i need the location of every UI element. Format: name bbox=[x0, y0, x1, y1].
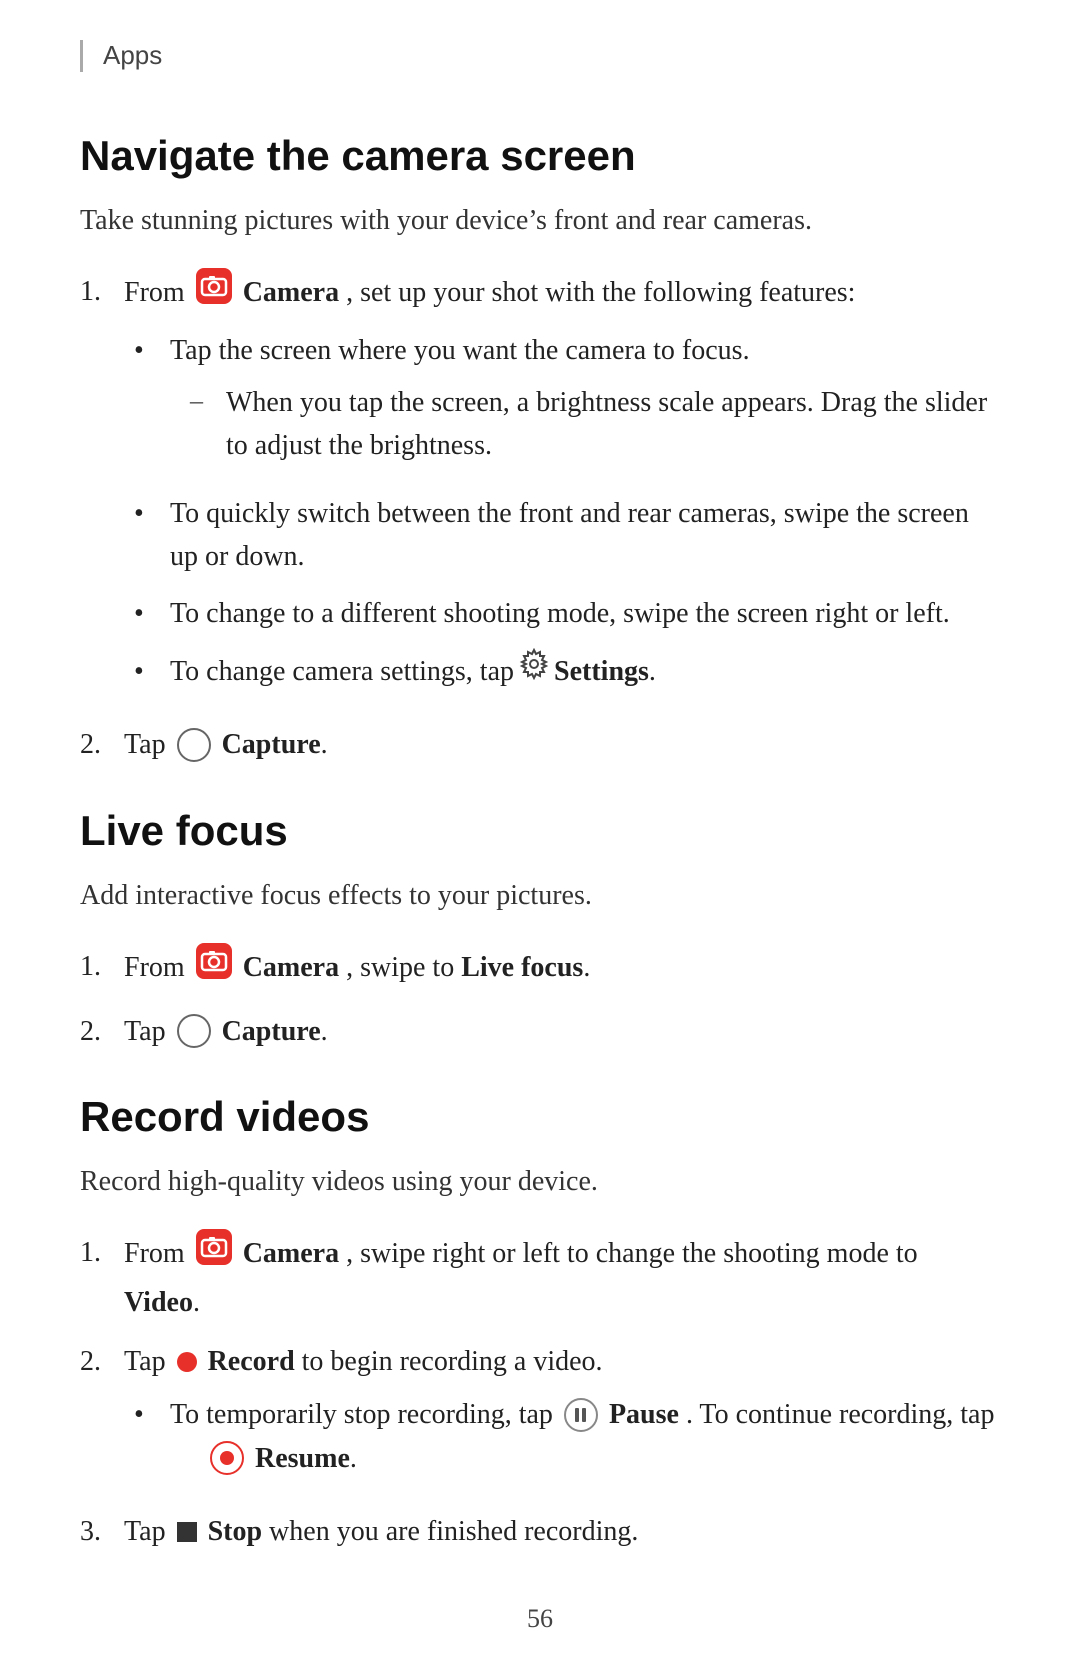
camera-icon-2 bbox=[196, 943, 232, 992]
section-record-videos-title: Record videos bbox=[80, 1093, 1000, 1141]
breadcrumb: Apps bbox=[80, 40, 1000, 72]
section-record-videos: Record videos Record high-quality videos… bbox=[80, 1093, 1000, 1553]
navigate-step-1: 1. From Camera , set up your shot with t bbox=[80, 270, 1000, 707]
record-step-3: 3. Tap Stop when you are finished record… bbox=[80, 1510, 1000, 1553]
page-number: 56 bbox=[527, 1604, 553, 1633]
step1-text-after: , set up your shot with the following fe… bbox=[346, 277, 855, 308]
bullet-1-4: • To change camera settings, tap Setting… bbox=[134, 650, 1000, 693]
section-live-focus-title: Live focus bbox=[80, 807, 1000, 855]
sub-bullet-1-1: – When you tap the screen, a brightness … bbox=[190, 381, 1000, 468]
step1-bullets: • Tap the screen where you want the came… bbox=[134, 329, 1000, 693]
bullet-1-3: • To change to a different shooting mode… bbox=[134, 592, 1000, 635]
record-bullet-1: • To temporarily stop recording, tap Pau… bbox=[134, 1393, 1000, 1480]
section-navigate-intro: Take stunning pictures with your device’… bbox=[80, 200, 1000, 242]
navigate-step-2: 2. Tap Capture. bbox=[80, 723, 1000, 766]
step1-app-name: Camera bbox=[243, 277, 339, 308]
bullet-1-2: • To quickly switch between the front an… bbox=[134, 492, 1000, 579]
section-navigate-title: Navigate the camera screen bbox=[80, 132, 1000, 180]
sub-bullets-1: – When you tap the screen, a brightness … bbox=[190, 381, 1000, 468]
section-navigate: Navigate the camera screen Take stunning… bbox=[80, 132, 1000, 767]
live-focus-steps-list: 1. From Camera , swipe to Live focus. bbox=[80, 945, 1000, 1054]
record-icon bbox=[177, 1352, 197, 1372]
stop-icon bbox=[177, 1522, 197, 1542]
navigate-steps-list: 1. From Camera , set up your shot with t bbox=[80, 270, 1000, 767]
live-focus-step-1: 1. From Camera , swipe to Live focus. bbox=[80, 945, 1000, 994]
settings-icon bbox=[518, 648, 550, 680]
capture-icon-1 bbox=[177, 728, 211, 762]
camera-icon bbox=[196, 268, 232, 317]
record-step-1: 1. From Camera , swipe right or left to … bbox=[80, 1231, 1000, 1324]
section-live-focus-intro: Add interactive focus effects to your pi… bbox=[80, 875, 1000, 917]
capture-icon-2 bbox=[177, 1014, 211, 1048]
bullet-1-1: • Tap the screen where you want the came… bbox=[134, 329, 1000, 477]
record-step2-bullets: • To temporarily stop recording, tap Pau… bbox=[134, 1393, 1000, 1480]
record-step-2: 2. Tap Record to begin recording a video… bbox=[80, 1340, 1000, 1494]
step1-text-before: From bbox=[124, 277, 192, 308]
page-footer: 56 bbox=[0, 1604, 1080, 1634]
pause-icon bbox=[564, 1398, 598, 1432]
record-videos-steps-list: 1. From Camera , swipe right or left to … bbox=[80, 1231, 1000, 1553]
section-record-videos-intro: Record high-quality videos using your de… bbox=[80, 1161, 1000, 1203]
section-live-focus: Live focus Add interactive focus effects… bbox=[80, 807, 1000, 1054]
camera-icon-3 bbox=[196, 1229, 232, 1278]
page-container: Apps Navigate the camera screen Take stu… bbox=[0, 0, 1080, 1674]
live-focus-step-2: 2. Tap Capture. bbox=[80, 1010, 1000, 1053]
resume-icon bbox=[210, 1441, 244, 1475]
